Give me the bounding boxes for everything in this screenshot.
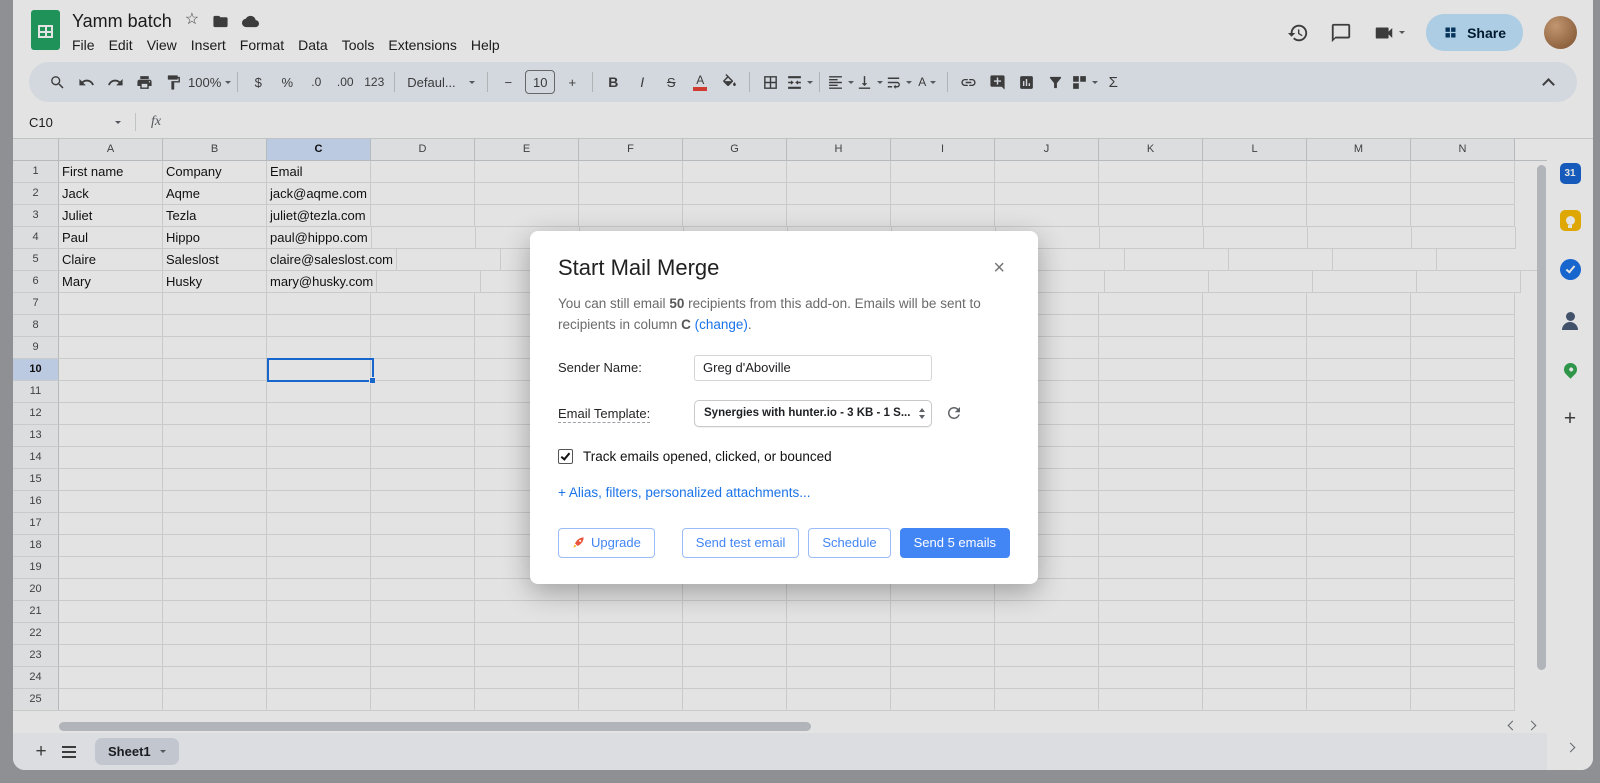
sender-name-label: Sender Name: <box>558 360 642 376</box>
dialog-buttons: Upgrade Send test email Schedule Send 5 … <box>558 527 1010 558</box>
sender-name-input[interactable] <box>694 354 932 381</box>
upgrade-button[interactable]: Upgrade <box>558 527 655 558</box>
sender-name-row: Sender Name: <box>558 354 1010 381</box>
tracking-row: Track emails opened, clicked, or bounced <box>558 448 1010 464</box>
rocket-icon <box>573 537 584 548</box>
tracking-label: Track emails opened, clicked, or bounced <box>583 448 832 464</box>
dialog-description: You can still email 50 recipients from t… <box>558 296 981 332</box>
change-column-link[interactable]: (change) <box>695 317 748 332</box>
send-test-email-button[interactable]: Send test email <box>681 527 800 558</box>
dialog-header: Start Mail Merge × <box>558 255 1010 281</box>
send-emails-button[interactable]: Send 5 emails <box>899 527 1010 558</box>
email-template-label: Email Template: <box>558 405 651 423</box>
dialog-title: Start Mail Merge <box>558 255 720 280</box>
checkmark-icon <box>560 450 571 461</box>
app-window: Yamm batch ☆ File Edit View Insert Forma… <box>13 0 1593 770</box>
alias-filters-attachments-link[interactable]: + Alias, filters, personalized attachmen… <box>558 485 811 500</box>
email-template-select[interactable]: Synergies with hunter.io - 3 KB - 1 S... <box>694 399 932 427</box>
email-template-value: Synergies with hunter.io - 3 KB - 1 S... <box>704 407 911 420</box>
schedule-button[interactable]: Schedule <box>808 527 891 558</box>
refresh-templates-icon[interactable] <box>945 404 963 422</box>
email-column-letter: C <box>681 316 691 332</box>
tracking-checkbox[interactable] <box>558 448 573 464</box>
recipients-remaining-count: 50 <box>669 296 685 311</box>
email-template-row: Email Template: Synergies with hunter.io… <box>558 399 1010 427</box>
select-stepper-icon <box>919 408 925 419</box>
mail-merge-dialog: Start Mail Merge × You can still email 5… <box>530 231 1038 584</box>
close-icon[interactable]: × <box>993 258 1005 278</box>
